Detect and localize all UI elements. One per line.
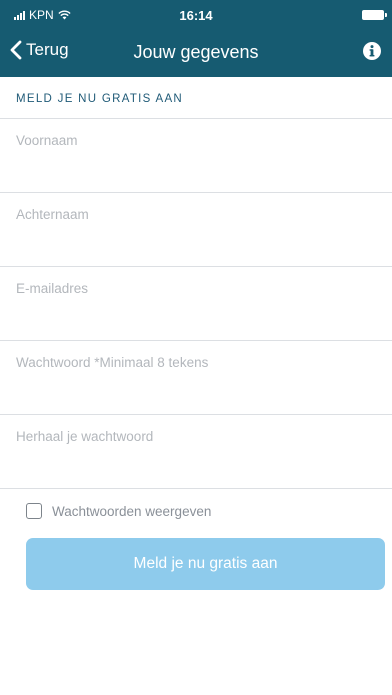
- show-passwords-checkbox[interactable]: [26, 503, 42, 519]
- page-title: Jouw gegevens: [133, 42, 259, 62]
- section-header: MELD JE NU GRATIS AAN: [0, 77, 392, 119]
- header-bar: KPN 16:14 Terug Jouw gegevens: [0, 0, 392, 77]
- password-field[interactable]: [0, 341, 392, 415]
- first-name-field[interactable]: [0, 119, 392, 193]
- email-field[interactable]: [0, 267, 392, 341]
- last-name-input[interactable]: [16, 207, 376, 222]
- email-input[interactable]: [16, 281, 376, 296]
- last-name-field[interactable]: [0, 193, 392, 267]
- show-passwords-label: Wachtwoorden weergeven: [52, 503, 212, 519]
- battery-icon: [362, 10, 387, 20]
- navigation-bar: Terug Jouw gegevens: [0, 32, 392, 74]
- info-icon: [363, 42, 381, 60]
- show-passwords-toggle[interactable]: Wachtwoorden weergeven: [0, 489, 392, 519]
- signup-button[interactable]: Meld je nu gratis aan: [26, 538, 385, 590]
- password-input[interactable]: [16, 355, 376, 370]
- repeat-password-field[interactable]: [0, 415, 392, 489]
- registration-form: MELD JE NU GRATIS AAN Wachtwoorden weerg…: [0, 77, 392, 695]
- clock: 16:14: [179, 8, 213, 23]
- info-button[interactable]: [362, 41, 382, 61]
- repeat-password-input[interactable]: [16, 429, 376, 444]
- first-name-input[interactable]: [16, 133, 376, 148]
- status-bar: KPN 16:14: [0, 0, 392, 30]
